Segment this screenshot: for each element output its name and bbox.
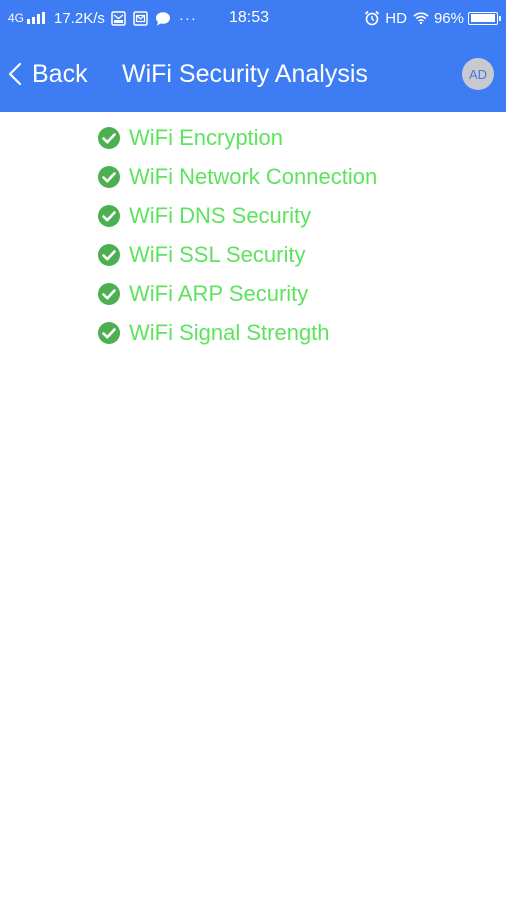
check-label: WiFi Signal Strength xyxy=(129,319,330,345)
check-label: WiFi ARP Security xyxy=(129,280,309,306)
check-circle-icon xyxy=(97,204,121,228)
ad-badge[interactable]: AD xyxy=(462,58,494,90)
check-item-encryption: WiFi Encryption xyxy=(97,118,377,157)
more-notifications-icon: ··· xyxy=(178,9,197,27)
check-label: WiFi Encryption xyxy=(129,124,284,150)
check-circle-icon xyxy=(97,282,121,306)
check-label: WiFi DNS Security xyxy=(129,202,312,228)
battery-level xyxy=(470,14,495,22)
battery-percentage: 96% xyxy=(433,9,464,27)
check-circle-icon xyxy=(97,126,121,150)
wifi-icon xyxy=(413,10,429,26)
sim-message-icon xyxy=(111,10,127,26)
screen: 4G 17.2K/s ··· 18:53 HD 96% Back WiFi Se… xyxy=(0,0,506,900)
chat-bubble-icon xyxy=(155,10,171,26)
status-bar: 4G 17.2K/s ··· 18:53 HD 96% xyxy=(0,0,506,36)
hd-indicator: HD xyxy=(385,9,407,27)
check-item-dns-security: WiFi DNS Security xyxy=(97,196,377,235)
check-item-ssl-security: WiFi SSL Security xyxy=(97,235,377,274)
check-label: WiFi SSL Security xyxy=(129,241,306,267)
page-title: WiFi Security Analysis xyxy=(122,60,368,88)
check-circle-icon xyxy=(97,243,121,267)
check-circle-icon xyxy=(97,165,121,189)
back-button[interactable]: Back xyxy=(8,56,88,92)
status-bar-right: HD 96% xyxy=(364,8,501,28)
status-bar-left: 4G 17.2K/s ··· xyxy=(8,8,197,28)
check-label: WiFi Network Connection xyxy=(129,163,378,189)
check-circle-icon xyxy=(97,321,121,345)
security-check-list: WiFi Encryption WiFi Network Connection … xyxy=(97,118,377,352)
alarm-clock-icon xyxy=(364,10,380,26)
status-time: 18:53 xyxy=(229,9,270,26)
chevron-left-icon xyxy=(8,60,26,88)
network-type: 4G xyxy=(8,11,25,25)
battery-icon xyxy=(468,11,501,25)
signal-icon xyxy=(27,12,46,24)
back-label: Back xyxy=(32,59,88,88)
app-bar: Back WiFi Security Analysis AD xyxy=(0,36,506,112)
mail-icon xyxy=(133,10,149,26)
check-item-network-connection: WiFi Network Connection xyxy=(97,157,377,196)
network-speed: 17.2K/s xyxy=(54,9,105,27)
check-item-arp-security: WiFi ARP Security xyxy=(97,274,377,313)
check-item-signal-strength: WiFi Signal Strength xyxy=(97,313,377,352)
